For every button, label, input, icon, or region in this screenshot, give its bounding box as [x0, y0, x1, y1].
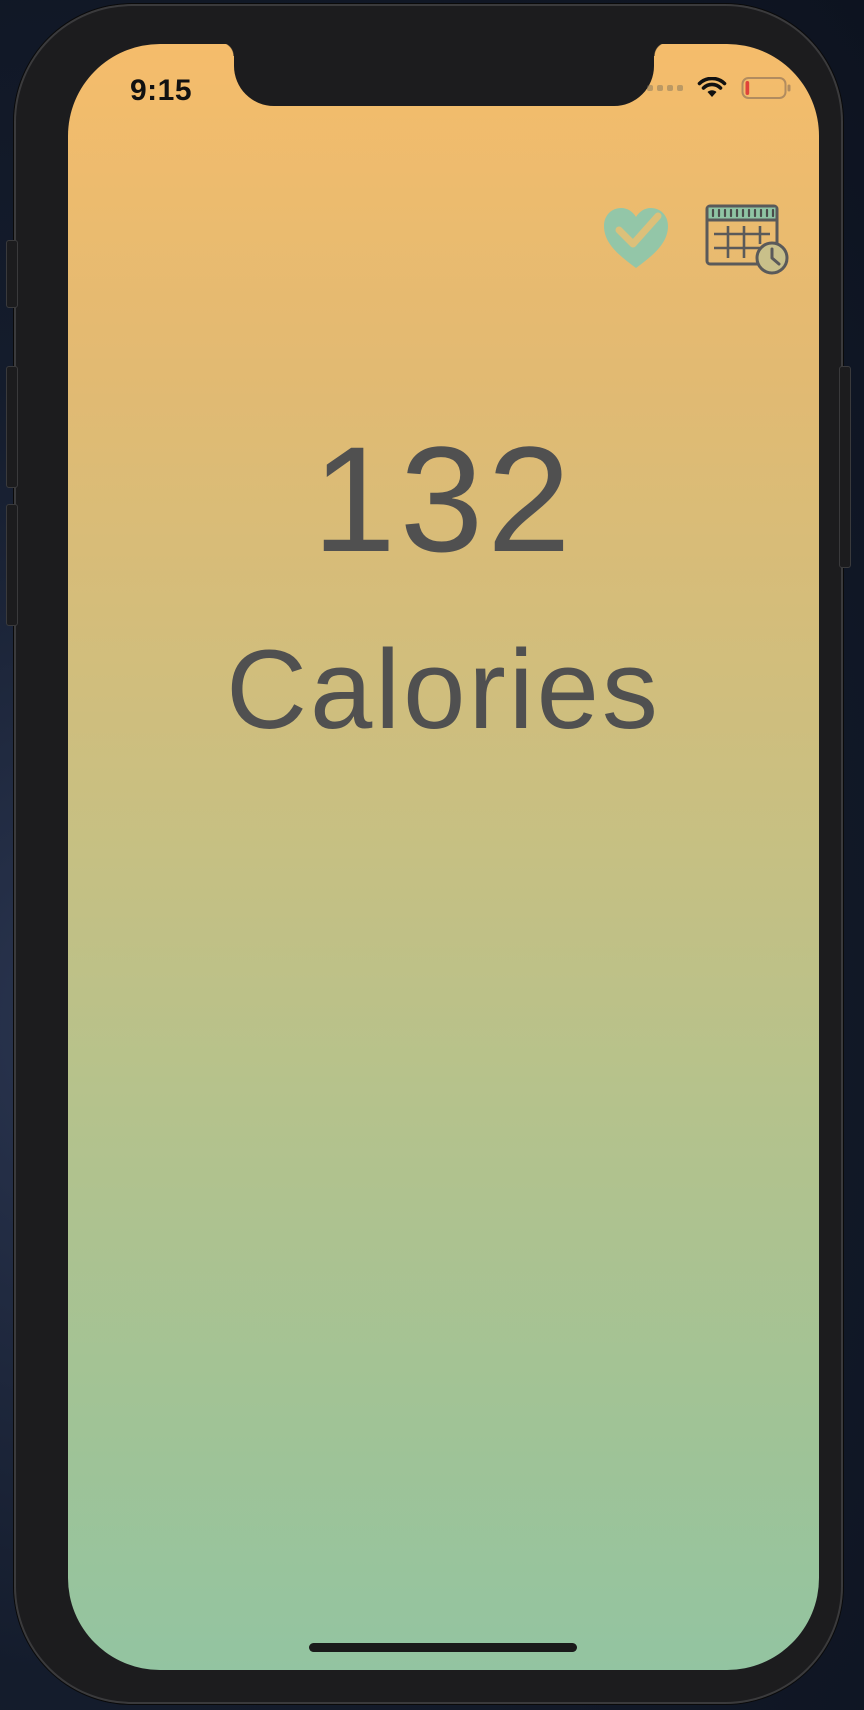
battery-icon: [741, 77, 791, 99]
silent-switch: [6, 240, 18, 308]
volume-up-button: [6, 366, 18, 488]
calorie-unit-label: Calories: [226, 627, 661, 752]
volume-down-button: [6, 504, 18, 626]
wifi-icon: [697, 77, 727, 97]
notch: [220, 44, 668, 106]
cellular-signal-icon: [647, 85, 683, 91]
health-button[interactable]: [600, 204, 672, 277]
phone-frame: 9:15 132 Calories: [6, 4, 851, 1704]
app-screen: 9:15 132 Calories: [68, 44, 819, 1670]
schedule-button[interactable]: [704, 202, 790, 281]
power-button: [839, 366, 851, 568]
heart-check-icon: [604, 208, 668, 268]
status-indicators: [647, 76, 791, 100]
calendar-clock-icon: [705, 204, 789, 275]
status-time: 9:15: [130, 74, 193, 107]
home-indicator[interactable]: [309, 1643, 577, 1652]
calorie-count: 132: [312, 415, 575, 583]
